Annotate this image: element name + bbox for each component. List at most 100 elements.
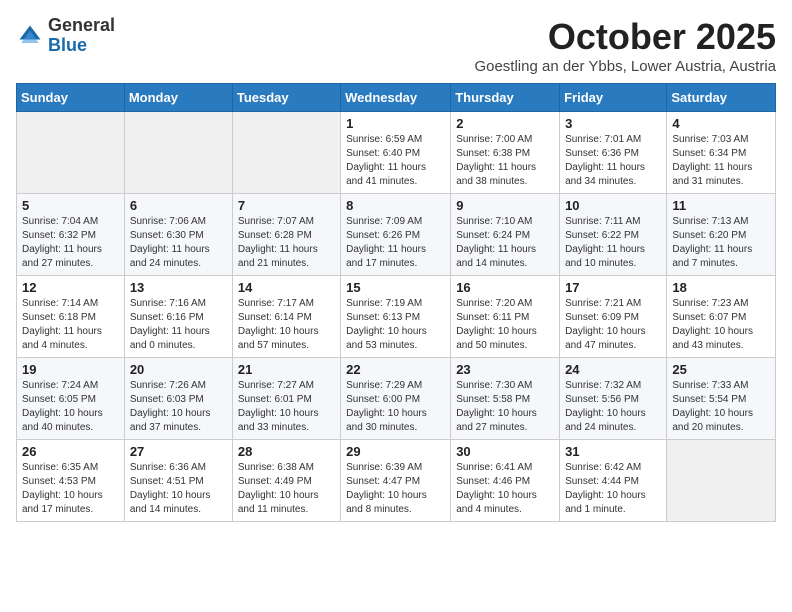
calendar-cell: 5 Sunrise: 7:04 AMSunset: 6:32 PMDaylight… — [17, 194, 125, 276]
day-number: 7 — [238, 198, 335, 213]
day-info: Sunrise: 7:23 AMSunset: 6:07 PMDaylight:… — [672, 297, 770, 353]
day-info: Sunrise: 7:21 AMSunset: 6:09 PMDaylight:… — [565, 297, 661, 353]
day-number: 19 — [22, 362, 119, 377]
calendar-cell: 31 Sunrise: 6:42 AMSunset: 4:44 PMDayligh… — [560, 440, 667, 522]
day-number: 27 — [130, 444, 227, 459]
day-number: 11 — [672, 198, 770, 213]
location-title: Goestling an der Ybbs, Lower Austria, Au… — [474, 58, 776, 75]
title-block: October 2025 Goestling an der Ybbs, Lowe… — [474, 16, 776, 75]
calendar-cell: 3Sunrise: 7:01 AMSunset: 6:36 PMDaylight… — [560, 112, 667, 194]
day-info: Sunrise: 6:35 AMSunset: 4:53 PMDaylight:… — [22, 461, 119, 517]
calendar-week-row: 12Sunrise: 7:14 AMSunset: 6:18 PMDayligh… — [17, 276, 776, 358]
day-info: Sunrise: 7:06 AMSunset: 6:30 PMDaylight:… — [130, 215, 227, 271]
day-number: 5 — [22, 198, 119, 213]
day-number: 4 — [672, 116, 770, 131]
day-info: Sunrise: 7:09 AMSunset: 6:26 PMDaylight:… — [346, 215, 445, 271]
day-info: Sunrise: 7:27 AMSunset: 6:01 PMDaylight:… — [238, 379, 335, 435]
day-number: 29 — [346, 444, 445, 459]
calendar-cell: 2 Sunrise: 7:00 AMSunset: 6:38 PMDaylight… — [451, 112, 560, 194]
logo-icon — [16, 22, 44, 50]
day-info: Sunrise: 6:41 AMSunset: 4:46 PMDaylight:… — [456, 461, 554, 517]
day-info: Sunrise: 7:11 AMSunset: 6:22 PMDaylight:… — [565, 215, 661, 271]
day-info: Sunrise: 7:16 AMSunset: 6:16 PMDaylight:… — [130, 297, 227, 353]
day-info: Sunrise: 6:38 AMSunset: 4:49 PMDaylight:… — [238, 461, 335, 517]
calendar-cell: 4 Sunrise: 7:03 AMSunset: 6:34 PMDaylight… — [667, 112, 776, 194]
day-info: Sunrise: 6:59 AMSunset: 6:40 PMDaylight:… — [346, 133, 445, 189]
logo-blue: Blue — [48, 35, 87, 55]
day-of-week-header: Wednesday — [341, 84, 451, 112]
calendar-cell: 16Sunrise: 7:20 AMSunset: 6:11 PMDayligh… — [451, 276, 560, 358]
day-info: Sunrise: 7:33 AMSunset: 5:54 PMDaylight:… — [672, 379, 770, 435]
day-info: Sunrise: 7:01 AMSunset: 6:36 PMDaylight:… — [565, 133, 661, 189]
day-number: 23 — [456, 362, 554, 377]
day-number: 16 — [456, 280, 554, 295]
logo: General Blue — [16, 16, 115, 56]
day-number: 14 — [238, 280, 335, 295]
calendar-cell: 9Sunrise: 7:10 AMSunset: 6:24 PMDaylight… — [451, 194, 560, 276]
day-of-week-header: Thursday — [451, 84, 560, 112]
calendar-cell: 10 Sunrise: 7:11 AMSunset: 6:22 PMDayligh… — [560, 194, 667, 276]
day-info: Sunrise: 7:04 AMSunset: 6:32 PMDaylight:… — [22, 215, 119, 271]
calendar-cell: 27 Sunrise: 6:36 AMSunset: 4:51 PMDayligh… — [124, 440, 232, 522]
day-info: Sunrise: 7:13 AMSunset: 6:20 PMDaylight:… — [672, 215, 770, 271]
day-info: Sunrise: 7:10 AMSunset: 6:24 PMDaylight:… — [456, 215, 554, 271]
calendar-cell: 13 Sunrise: 7:16 AMSunset: 6:16 PMDayligh… — [124, 276, 232, 358]
day-info: Sunrise: 7:03 AMSunset: 6:34 PMDaylight:… — [672, 133, 770, 189]
day-number: 1 — [346, 116, 445, 131]
calendar-cell: 15Sunrise: 7:19 AMSunset: 6:13 PMDayligh… — [341, 276, 451, 358]
calendar-cell: 6 Sunrise: 7:06 AMSunset: 6:30 PMDaylight… — [124, 194, 232, 276]
calendar-cell: 22Sunrise: 7:29 AMSunset: 6:00 PMDayligh… — [341, 358, 451, 440]
calendar-cell: 23Sunrise: 7:30 AMSunset: 5:58 PMDayligh… — [451, 358, 560, 440]
day-number: 26 — [22, 444, 119, 459]
calendar-table: SundayMondayTuesdayWednesdayThursdayFrid… — [16, 83, 776, 522]
day-number: 13 — [130, 280, 227, 295]
day-number: 20 — [130, 362, 227, 377]
day-of-week-header: Saturday — [667, 84, 776, 112]
calendar-cell — [232, 112, 340, 194]
day-number: 17 — [565, 280, 661, 295]
calendar-cell: 24Sunrise: 7:32 AMSunset: 5:56 PMDayligh… — [560, 358, 667, 440]
calendar-cell: 19 Sunrise: 7:24 AMSunset: 6:05 PMDayligh… — [17, 358, 125, 440]
day-info: Sunrise: 6:42 AMSunset: 4:44 PMDaylight:… — [565, 461, 661, 517]
calendar-cell: 29 Sunrise: 6:39 AMSunset: 4:47 PMDayligh… — [341, 440, 451, 522]
calendar-week-row: 26 Sunrise: 6:35 AMSunset: 4:53 PMDayligh… — [17, 440, 776, 522]
month-title: October 2025 — [474, 16, 776, 58]
calendar-week-row: 5 Sunrise: 7:04 AMSunset: 6:32 PMDaylight… — [17, 194, 776, 276]
day-number: 15 — [346, 280, 445, 295]
day-of-week-header: Sunday — [17, 84, 125, 112]
day-info: Sunrise: 6:39 AMSunset: 4:47 PMDaylight:… — [346, 461, 445, 517]
calendar-cell: 17 Sunrise: 7:21 AMSunset: 6:09 PMDayligh… — [560, 276, 667, 358]
calendar-cell: 18 Sunrise: 7:23 AMSunset: 6:07 PMDayligh… — [667, 276, 776, 358]
calendar-cell: 8 Sunrise: 7:09 AMSunset: 6:26 PMDaylight… — [341, 194, 451, 276]
day-info: Sunrise: 6:36 AMSunset: 4:51 PMDaylight:… — [130, 461, 227, 517]
day-number: 10 — [565, 198, 661, 213]
day-number: 31 — [565, 444, 661, 459]
calendar-week-row: 19 Sunrise: 7:24 AMSunset: 6:05 PMDayligh… — [17, 358, 776, 440]
day-number: 6 — [130, 198, 227, 213]
calendar-week-row: 1 Sunrise: 6:59 AMSunset: 6:40 PMDaylight… — [17, 112, 776, 194]
calendar-cell: 14Sunrise: 7:17 AMSunset: 6:14 PMDayligh… — [232, 276, 340, 358]
calendar-cell: 30Sunrise: 6:41 AMSunset: 4:46 PMDayligh… — [451, 440, 560, 522]
calendar-cell: 25Sunrise: 7:33 AMSunset: 5:54 PMDayligh… — [667, 358, 776, 440]
calendar-cell: 28 Sunrise: 6:38 AMSunset: 4:49 PMDayligh… — [232, 440, 340, 522]
day-number: 8 — [346, 198, 445, 213]
day-number: 2 — [456, 116, 554, 131]
calendar-cell: 26 Sunrise: 6:35 AMSunset: 4:53 PMDayligh… — [17, 440, 125, 522]
logo-general: General — [48, 15, 115, 35]
calendar-cell: 7Sunrise: 7:07 AMSunset: 6:28 PMDaylight… — [232, 194, 340, 276]
calendar-cell — [667, 440, 776, 522]
day-number: 18 — [672, 280, 770, 295]
calendar-cell — [17, 112, 125, 194]
day-info: Sunrise: 7:24 AMSunset: 6:05 PMDaylight:… — [22, 379, 119, 435]
calendar-body: 1 Sunrise: 6:59 AMSunset: 6:40 PMDaylight… — [17, 112, 776, 522]
page-header: General Blue October 2025 Goestling an d… — [16, 16, 776, 75]
day-number: 28 — [238, 444, 335, 459]
day-info: Sunrise: 7:00 AMSunset: 6:38 PMDaylight:… — [456, 133, 554, 189]
calendar-cell: 1 Sunrise: 6:59 AMSunset: 6:40 PMDaylight… — [341, 112, 451, 194]
day-info: Sunrise: 7:32 AMSunset: 5:56 PMDaylight:… — [565, 379, 661, 435]
calendar-cell: 20 Sunrise: 7:26 AMSunset: 6:03 PMDayligh… — [124, 358, 232, 440]
day-number: 21 — [238, 362, 335, 377]
day-of-week-header: Monday — [124, 84, 232, 112]
logo-text: General Blue — [48, 16, 115, 56]
day-info: Sunrise: 7:26 AMSunset: 6:03 PMDaylight:… — [130, 379, 227, 435]
